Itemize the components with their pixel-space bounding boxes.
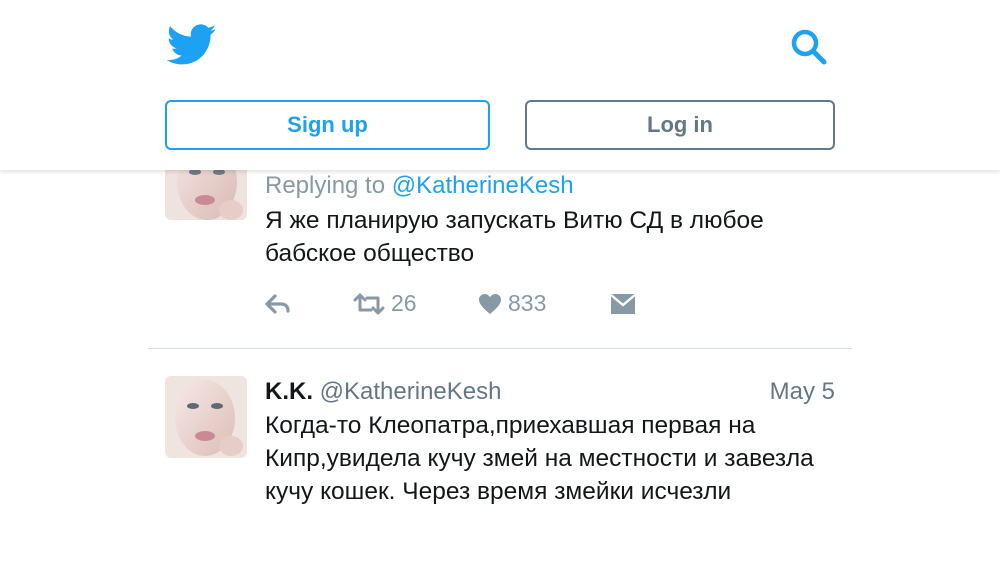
tweet-divider — [148, 348, 852, 349]
retweet-count: 26 — [391, 290, 417, 316]
replying-to-label: Replying to — [265, 172, 386, 199]
tweet-text: Когда-то Клеопатра,приехавшая первая на … — [265, 412, 814, 505]
log-in-button[interactable]: Log in — [525, 100, 835, 150]
like-count: 833 — [508, 290, 547, 316]
envelope-icon — [610, 293, 636, 314]
author-name[interactable]: K.K. — [265, 378, 313, 405]
replying-to-line: Replying to @KatherineKesh — [265, 170, 835, 202]
heart-icon — [479, 293, 501, 314]
retweet-button[interactable]: 26 — [353, 290, 478, 317]
reply-icon — [265, 293, 290, 314]
retweet-icon — [353, 293, 385, 314]
tweet-header: K.K. @KatherineKesh — [265, 376, 835, 408]
reply-handle-link[interactable]: @KatherineKesh — [392, 172, 574, 199]
like-button[interactable]: 833 — [478, 290, 610, 317]
sign-up-button[interactable]: Sign up — [165, 100, 490, 150]
avatar[interactable] — [165, 376, 247, 458]
tweet-text: Я же планирую запускать Витю СД в любое … — [265, 207, 764, 267]
twitter-bird-icon[interactable] — [166, 24, 217, 66]
tweet-date[interactable]: May 5 — [770, 376, 835, 408]
tweet[interactable]: K.K. @KatherineKesh Когда-то Клеопатра,п… — [165, 376, 845, 556]
author-handle[interactable]: @KatherineKesh — [320, 378, 502, 405]
tweet-reply[interactable]: Replying to @KatherineKesh Я же планирую… — [165, 138, 845, 340]
direct-message-button[interactable] — [610, 293, 636, 315]
top-bar: Sign up Log in — [0, 0, 1000, 170]
search-icon[interactable] — [788, 26, 830, 68]
reply-button[interactable] — [265, 293, 353, 315]
